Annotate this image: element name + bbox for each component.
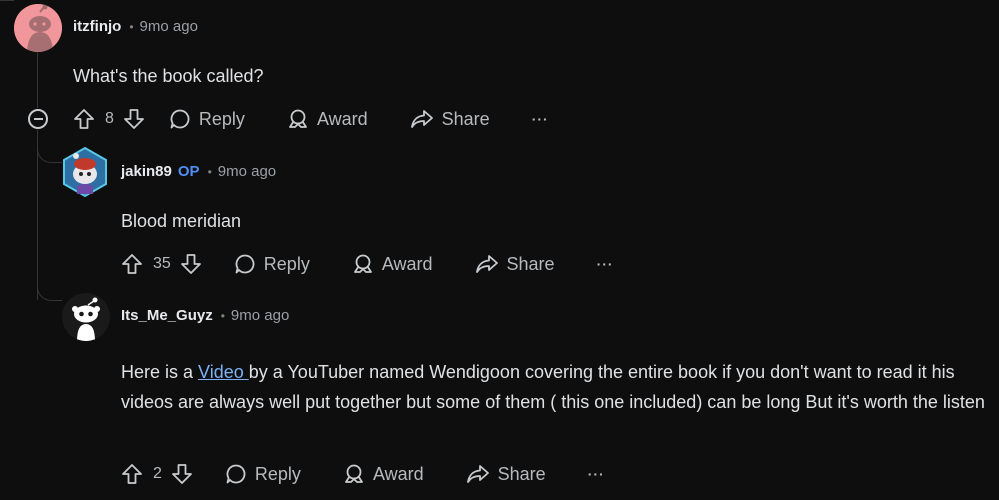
comment-body: Here is a Video by a YouTuber named Wend… [121,357,997,417]
share-label: Share [497,463,546,484]
vote-count: 35 [153,255,171,272]
chat-bubble-icon [170,109,190,129]
comment-header: itzfinjo • 9mo ago [73,18,198,35]
comment-body: What's the book called? [73,66,264,86]
separator-dot: • [129,19,134,34]
upvote-arrow-icon [122,464,142,484]
chat-bubble-icon [226,464,246,484]
downvote-arrow-icon [124,109,144,129]
comment-actions: 8 Reply Award Share ··· [73,104,549,134]
timestamp[interactable]: 9mo ago [231,307,289,324]
video-link[interactable]: Video [198,362,249,382]
award-label: Award [372,463,424,484]
more-options-button[interactable]: ··· [588,466,605,482]
share-label: Share [506,253,555,274]
separator-dot: • [207,164,212,179]
snoo-hexagon-avatar-icon [63,146,107,198]
avatar[interactable] [62,146,108,198]
timestamp[interactable]: 9mo ago [140,18,198,35]
username[interactable]: Its_Me_Guyz [121,307,213,324]
comment-body: Blood meridian [121,211,242,231]
op-badge: OP [177,163,200,180]
award-label: Award [381,253,433,274]
collapse-thread-button[interactable] [28,109,48,129]
share-arrow-icon [475,255,498,273]
avatar[interactable] [62,293,110,341]
reply-button[interactable]: Reply [169,108,245,130]
separator-dot: • [220,308,225,323]
share-arrow-icon [466,465,489,483]
award-button[interactable]: Award [287,108,368,130]
downvote-button[interactable] [180,253,202,275]
share-label: Share [441,108,490,129]
upvote-button[interactable] [121,253,143,275]
timestamp[interactable]: 9mo ago [218,163,276,180]
award-icon [289,109,307,128]
award-icon [353,254,372,273]
upvote-button[interactable] [73,108,95,130]
thread-branch-guyz [37,280,62,301]
award-icon [345,464,363,483]
downvote-button[interactable] [171,463,193,485]
reddit-pink-snoo-avatar-icon [14,4,62,52]
username[interactable]: itzfinjo [73,18,121,35]
reply-label: Reply [263,253,310,274]
share-button[interactable]: Share [466,463,546,485]
downvote-arrow-icon [172,464,192,484]
vote-count: 8 [105,110,114,127]
thread-branch-jakin [37,140,62,163]
comment-actions: 2 Reply Award Share ··· [121,459,605,489]
avatar[interactable] [14,4,62,52]
reply-button[interactable]: Reply [225,463,301,485]
downvote-arrow-icon [180,254,201,274]
award-button[interactable]: Award [352,253,433,275]
downvote-button[interactable] [123,108,145,130]
reply-label: Reply [198,108,245,129]
reply-button[interactable]: Reply [234,253,310,275]
chat-bubble-icon [235,254,255,274]
share-button[interactable]: Share [410,108,490,130]
comment-header: jakin89 OP • 9mo ago [121,163,276,180]
comment-body-text: by a YouTuber named Wendigoon covering t… [121,362,985,412]
more-options-button[interactable]: ··· [532,111,549,127]
comment-header: Its_Me_Guyz • 9mo ago [121,307,289,324]
more-options-button[interactable]: ··· [597,256,614,272]
upvote-arrow-icon [74,109,94,129]
vote-count: 2 [153,465,162,482]
comment-actions: 35 Reply Award Share ··· [121,249,614,279]
comment-body-text: Here is a [121,362,199,382]
reply-label: Reply [254,463,301,484]
share-arrow-icon [410,110,433,128]
default-snoo-avatar-icon [62,293,110,341]
upvote-button[interactable] [121,463,143,485]
thread-line-top [37,48,38,108]
award-button[interactable]: Award [343,463,424,485]
share-button[interactable]: Share [475,253,555,275]
upvote-arrow-icon [122,254,142,274]
award-label: Award [316,108,368,129]
thread-line-stub [0,0,14,1]
username[interactable]: jakin89 [121,163,172,180]
